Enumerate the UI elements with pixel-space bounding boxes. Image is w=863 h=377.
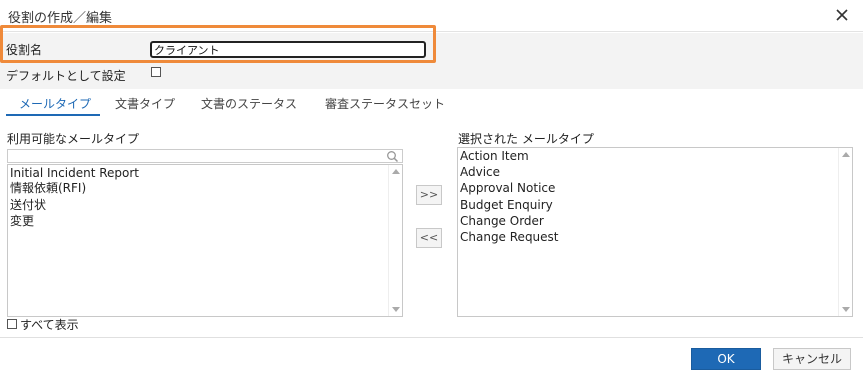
search-icon[interactable]: [386, 150, 399, 163]
ok-button[interactable]: OK: [691, 348, 761, 370]
add-selected-button[interactable]: >>: [416, 185, 442, 205]
list-item[interactable]: Advice: [460, 165, 500, 180]
dialog-titlebar: 役割の作成／編集: [0, 0, 863, 32]
list-item[interactable]: Change Order: [460, 214, 544, 229]
show-all-checkbox[interactable]: [7, 319, 17, 329]
tab-document-types[interactable]: 文書タイプ: [115, 95, 175, 112]
set-default-checkbox[interactable]: [151, 67, 161, 77]
tab-mail-types[interactable]: メールタイプ: [19, 95, 91, 112]
list-item[interactable]: 送付状: [10, 198, 46, 213]
tab-document-status[interactable]: 文書のステータス: [201, 95, 297, 112]
close-icon[interactable]: [833, 6, 851, 24]
tab-review-status-sets[interactable]: 審査ステータスセット: [325, 95, 445, 112]
cancel-button[interactable]: キャンセル: [773, 348, 851, 370]
list-item[interactable]: Change Request: [460, 230, 559, 245]
list-item[interactable]: 情報依頼(RFI): [10, 181, 86, 196]
list-item[interactable]: Approval Notice: [460, 181, 555, 196]
list-item[interactable]: 変更: [10, 214, 34, 229]
chevron-down-icon[interactable]: [842, 307, 850, 312]
available-scrollbar[interactable]: [388, 165, 402, 316]
remove-selected-button[interactable]: <<: [416, 228, 442, 248]
set-default-label: デフォルトとして設定: [6, 69, 126, 83]
role-form: 役割名 デフォルトとして設定: [0, 33, 863, 89]
show-all-label: すべて表示: [20, 318, 79, 332]
selected-scrollbar[interactable]: [838, 148, 852, 316]
list-item[interactable]: Budget Enquiry: [460, 198, 553, 213]
available-mail-types-title: 利用可能なメールタイプ: [7, 132, 140, 146]
role-name-input[interactable]: [150, 41, 426, 58]
available-mail-types-list[interactable]: Initial Incident Report 情報依頼(RFI) 送付状 変更: [7, 164, 403, 317]
list-item[interactable]: Initial Incident Report: [10, 166, 139, 181]
list-item[interactable]: Action Item: [460, 149, 529, 164]
selected-mail-types-title: 選択された メールタイプ: [458, 132, 594, 146]
tab-bar: メールタイプ 文書タイプ 文書のステータス 審査ステータスセット: [0, 89, 863, 117]
role-name-label: 役割名: [6, 43, 43, 57]
selected-mail-types-list[interactable]: Action Item Advice Approval Notice Budge…: [457, 147, 853, 317]
chevron-up-icon[interactable]: [842, 152, 850, 157]
active-tab-indicator: [6, 114, 100, 116]
chevron-down-icon[interactable]: [392, 307, 400, 312]
chevron-up-icon[interactable]: [392, 169, 400, 174]
dialog-title: 役割の作成／編集: [8, 11, 113, 26]
dialog-footer: OK キャンセル: [0, 337, 863, 377]
available-search-input[interactable]: [7, 149, 403, 163]
